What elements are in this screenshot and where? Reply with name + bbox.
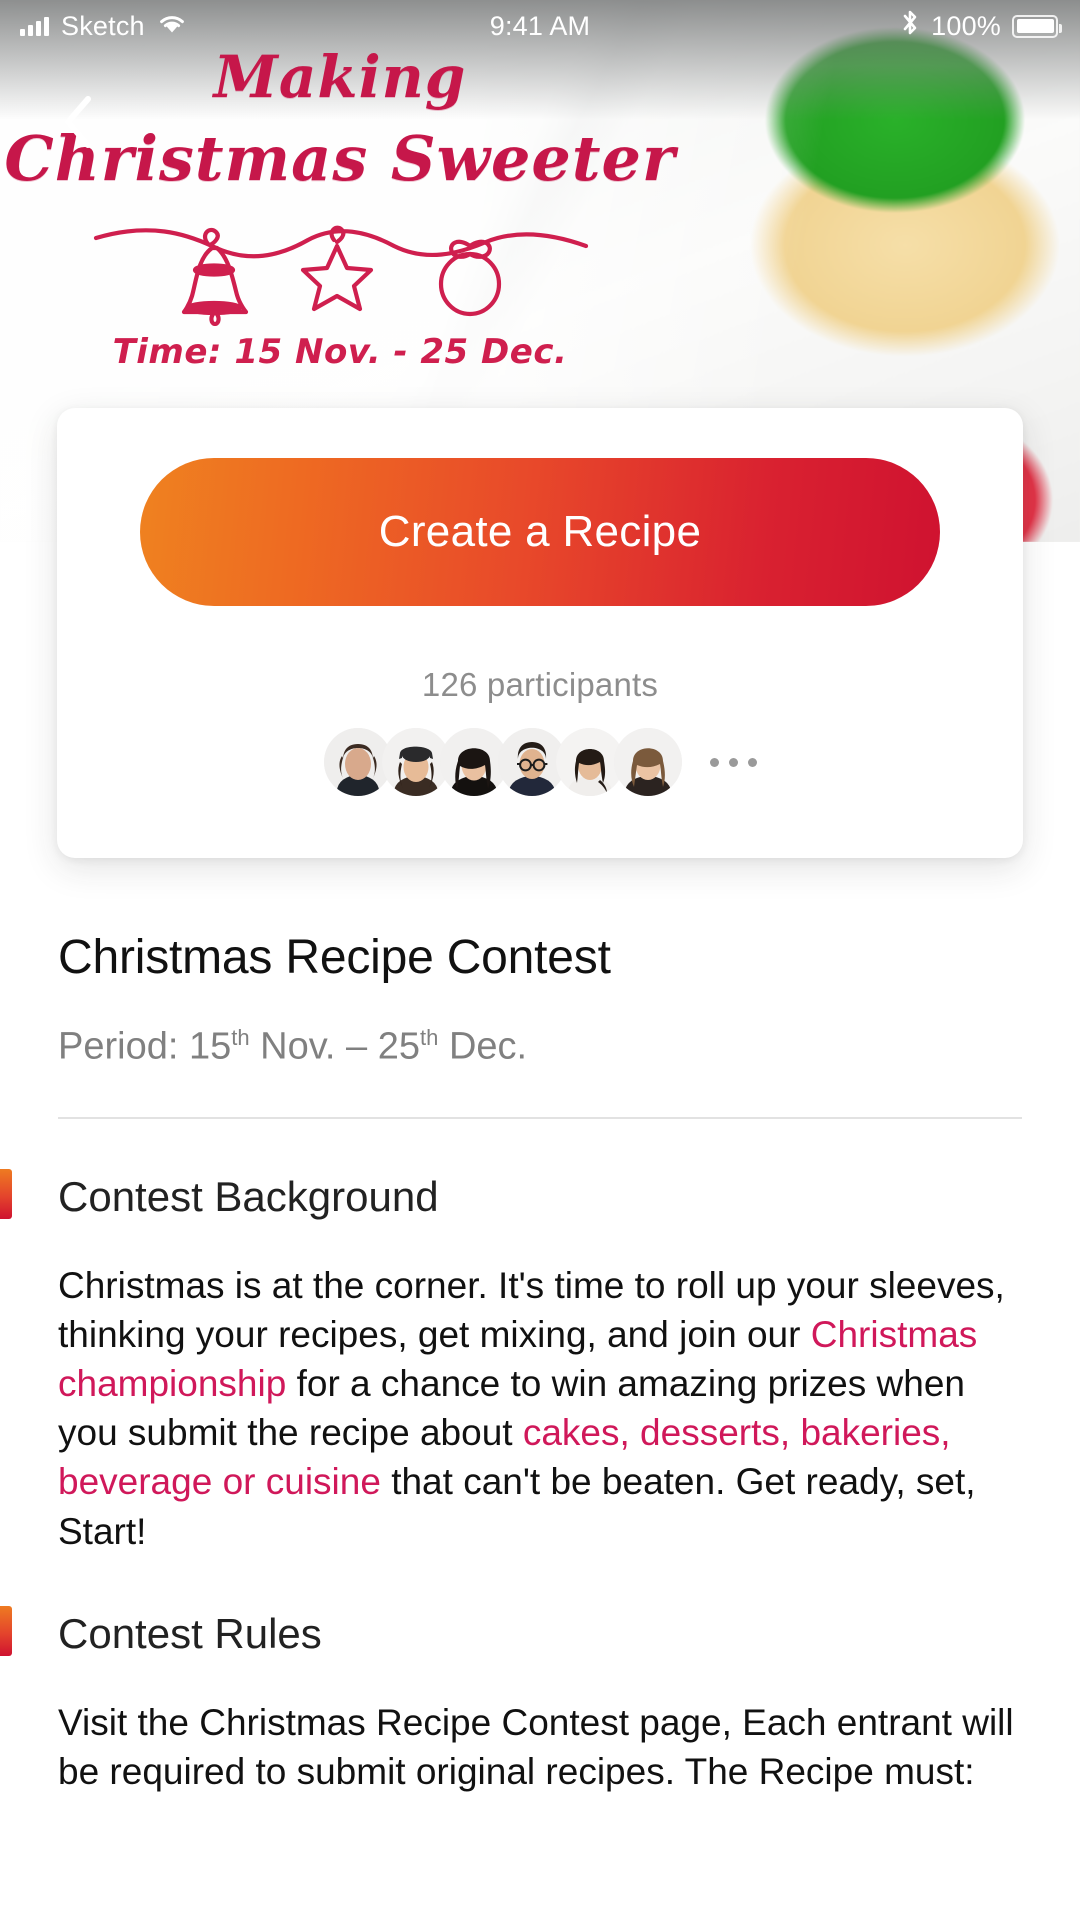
period-start-day: 15: [188, 1025, 232, 1068]
action-card: Create a Recipe 126 participants: [57, 408, 1023, 858]
christmas-garland-icon: [0, 216, 680, 326]
create-recipe-button[interactable]: Create a Recipe: [140, 458, 940, 606]
section-divider: [58, 1116, 1022, 1119]
status-bar-left: Sketch: [0, 11, 432, 42]
period-prefix: Period:: [58, 1025, 189, 1068]
bluetooth-icon: [900, 8, 920, 45]
participant-avatars[interactable]: [323, 728, 757, 796]
section-title: Contest Rules: [58, 1609, 322, 1657]
back-button[interactable]: [48, 92, 108, 156]
section-marker-bar: [0, 1605, 12, 1656]
status-bar: Sketch 9:41 AM 100%: [0, 0, 1080, 52]
participants-count-label: 126 participants: [421, 666, 659, 703]
period-start-month: Nov.: [249, 1025, 347, 1068]
battery-percent-label: 100%: [931, 10, 1001, 41]
section-marker-bar: [0, 1168, 12, 1219]
period-dash: –: [346, 1025, 378, 1068]
section-body: Christmas is at the corner. It's time to…: [58, 1261, 1022, 1556]
article-content: Christmas Recipe Contest Period: 15th No…: [0, 930, 1080, 1796]
period-start-suffix: th: [231, 1025, 250, 1050]
status-bar-right: 100%: [648, 8, 1080, 45]
period-end-day: 25: [377, 1025, 421, 1068]
wifi-icon: [157, 11, 187, 42]
battery-full-icon: [1012, 14, 1062, 38]
period-label: Period: 15th Nov. – 25th Dec.: [58, 1025, 1022, 1069]
section-header: Contest Rules: [58, 1606, 1022, 1662]
section-title: Contest Background: [58, 1172, 439, 1220]
more-horizontal-icon[interactable]: [709, 757, 757, 767]
period-end-month: Dec.: [438, 1025, 528, 1068]
section-body: Visit the Christmas Recipe Contest page,…: [58, 1698, 1022, 1796]
hero-time-label: Time: 15 Nov. - 25 Dec.: [112, 332, 568, 372]
body-text: Visit the Christmas Recipe Contest page,…: [58, 1701, 1014, 1793]
section-header: Contest Background: [58, 1169, 1022, 1225]
section-contest-rules: Contest Rules Visit the Christmas Recipe…: [0, 1605, 1022, 1796]
page-title: Christmas Recipe Contest: [58, 931, 611, 984]
section-contest-background: Contest Background Christmas is at the c…: [0, 1168, 1022, 1556]
signal-bars-icon: [20, 16, 49, 36]
status-bar-time: 9:41 AM: [489, 10, 591, 41]
period-end-suffix: th: [420, 1025, 439, 1050]
chevron-left-icon: [61, 94, 95, 155]
carrier-label: Sketch: [61, 10, 145, 41]
avatar[interactable]: [613, 728, 682, 796]
